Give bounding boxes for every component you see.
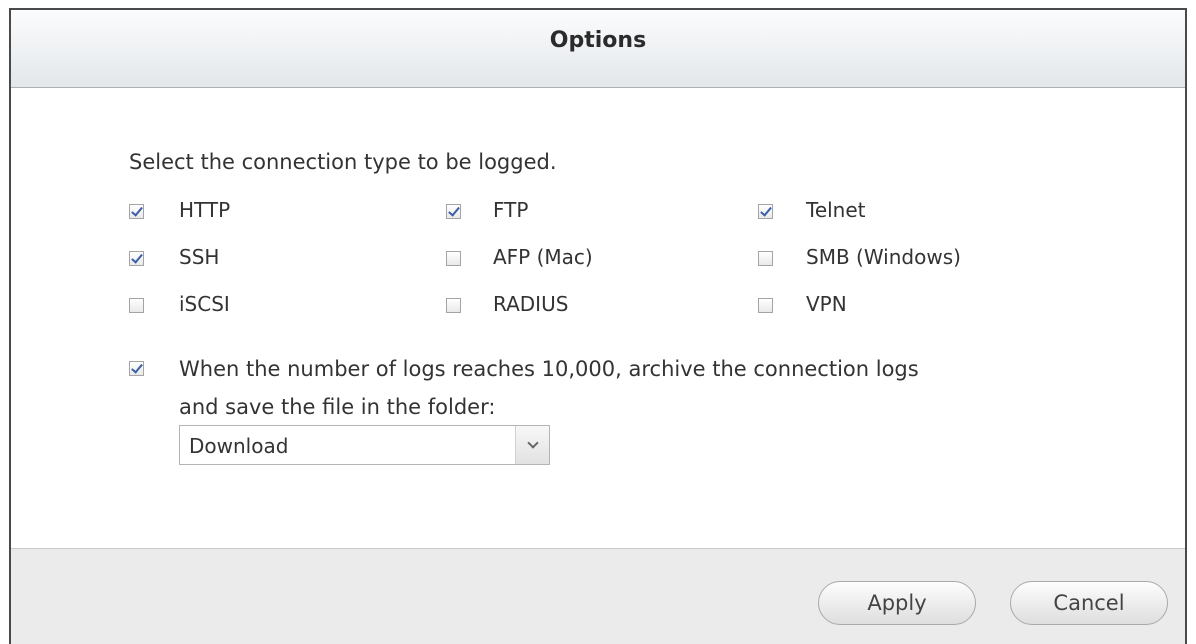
checkbox-option-radius[interactable] — [446, 291, 461, 319]
checkbox-vpn[interactable] — [758, 297, 773, 313]
options-dialog: Options Select the connection type to be… — [9, 8, 1187, 644]
dialog-titlebar: Options — [11, 10, 1185, 88]
checkbox-option-iscsi[interactable] — [129, 291, 144, 319]
connection-type-instruction: Select the connection type to be logged. — [129, 150, 557, 174]
checkbox-label-afp: AFP (Mac) — [493, 245, 593, 269]
checkbox-label-radius: RADIUS — [493, 292, 569, 316]
checkbox-option-ssh[interactable] — [129, 244, 144, 272]
checkbox-telnet[interactable] — [758, 203, 773, 219]
checkbox-archive[interactable] — [129, 360, 144, 376]
archive-label-line2: and save the file in the folder: — [179, 395, 496, 419]
checkbox-radius[interactable] — [446, 297, 461, 313]
checkbox-label-ssh: SSH — [179, 245, 220, 269]
checkbox-option-archive[interactable] — [129, 354, 144, 382]
checkbox-iscsi[interactable] — [129, 297, 144, 313]
archive-label-line1: When the number of logs reaches 10,000, … — [179, 357, 919, 381]
dialog-footer: Apply Cancel — [11, 548, 1185, 644]
checkbox-label-ftp: FTP — [493, 198, 529, 222]
checkbox-label-smb: SMB (Windows) — [806, 245, 961, 269]
checkbox-option-ftp[interactable] — [446, 197, 461, 225]
checkbox-label-telnet: Telnet — [806, 198, 866, 222]
chevron-down-icon[interactable] — [515, 426, 549, 464]
checkbox-option-vpn[interactable] — [758, 291, 773, 319]
checkbox-label-vpn: VPN — [806, 292, 847, 316]
checkbox-label-iscsi: iSCSI — [179, 292, 230, 316]
cancel-button[interactable]: Cancel — [1010, 581, 1168, 625]
checkbox-afp[interactable] — [446, 250, 461, 266]
archive-folder-select[interactable]: Download — [179, 425, 550, 465]
apply-button[interactable]: Apply — [818, 581, 976, 625]
checkbox-option-afp[interactable] — [446, 244, 461, 272]
dialog-title: Options — [549, 28, 647, 53]
checkbox-label-http: HTTP — [179, 198, 231, 222]
checkbox-option-telnet[interactable] — [758, 197, 773, 225]
checkbox-ssh[interactable] — [129, 250, 144, 266]
archive-folder-value: Download — [189, 434, 289, 458]
checkbox-smb[interactable] — [758, 250, 773, 266]
checkbox-http[interactable] — [129, 203, 144, 219]
checkbox-ftp[interactable] — [446, 203, 461, 219]
checkbox-option-http[interactable] — [129, 197, 144, 225]
archive-option-label: When the number of logs reaches 10,000, … — [179, 350, 1099, 426]
checkbox-option-smb[interactable] — [758, 244, 773, 272]
